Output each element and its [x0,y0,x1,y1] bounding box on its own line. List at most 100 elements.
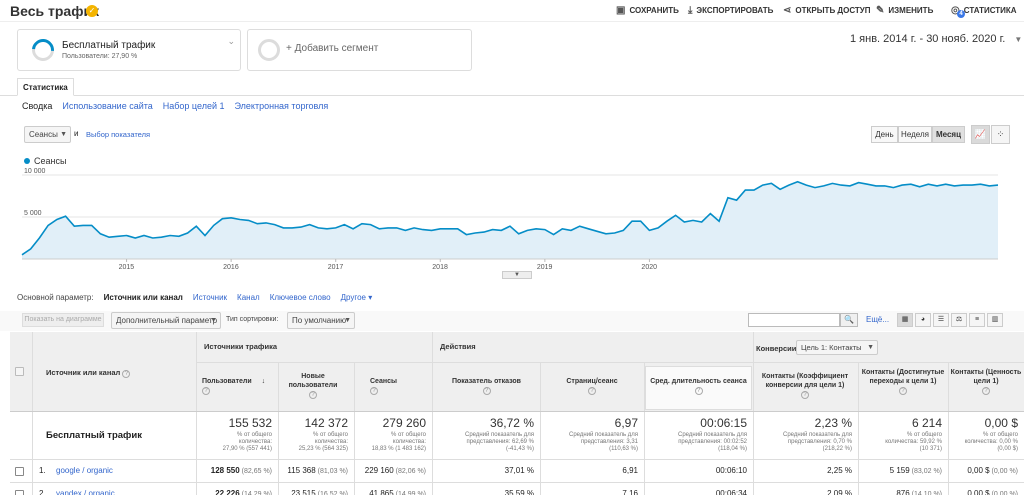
help-icon[interactable]: ? [588,387,596,395]
performance-view-icon[interactable]: ☰ [933,313,949,327]
save-button[interactable]: ▣ СОХРАНИТЬ [616,5,679,16]
insights-button[interactable]: ◎ 4 СТАТИСТИКА [951,5,1017,18]
col-goal-value[interactable]: Контакты (Ценность цели 1)? [950,368,1022,395]
row-cell: 5 159 (83,02 %) [858,466,942,475]
term-cloud-view-icon[interactable]: ≡ [969,313,985,327]
table-search-input[interactable] [748,313,840,327]
chevron-down-icon: ▼ [1014,35,1023,44]
row-source-link[interactable]: google / organic [56,466,113,475]
row-cell: 6,91 [540,466,638,475]
share-button[interactable]: ⋖ ОТКРЫТЬ ДОСТУП [783,5,871,16]
row-cell: 37,01 % [432,466,534,475]
goal-select[interactable]: Цель 1: Контакты ▼ [796,340,878,355]
period-month-button[interactable]: Месяц [932,126,965,143]
row-checkbox[interactable] [15,467,24,476]
export-icon: ⤓ [688,5,693,16]
total-subtext: Средний показатель для [569,432,638,438]
total-subtext: (-41,43 %) [505,446,534,452]
total-subtext: % от общего [237,432,272,438]
analytics-page: Весь трафик ✓ ▣ СОХРАНИТЬ ⤓ ЭКСПОРТИРОВА… [0,0,1024,495]
row-index: 2. [39,489,46,495]
total-subtext: 25,23 % (564 325) [298,446,348,452]
top-toolbar: Весь трафик ✓ ▣ СОХРАНИТЬ ⤓ ЭКСПОРТИРОВА… [0,0,1024,22]
help-icon[interactable]: ? [202,387,210,395]
col-users[interactable]: Пользователи ↓? [202,377,278,395]
col-goal-completions[interactable]: Контакты (Достигнутые переходы к цели 1)… [860,368,946,395]
row-cell-value: 35,59 % [504,489,534,495]
subnav-goal-set[interactable]: Набор целей 1 [163,101,225,111]
col-bounce-rate[interactable]: Показатель отказов? [434,377,539,395]
add-segment-button[interactable]: + Добавить сегмент [247,29,472,71]
row-cell-percent: (82,65 %) [239,468,272,475]
help-icon[interactable]: ? [694,387,703,395]
save-icon: ▣ [616,5,626,16]
help-icon[interactable]: ? [122,370,131,378]
sessions-area [22,181,998,259]
subnav-summary[interactable]: Сводка [22,101,52,111]
col-avg-session-duration[interactable]: Сред. длительность сеанса? [645,366,752,410]
metric-select[interactable]: Сеансы ▼ [24,126,71,143]
export-button[interactable]: ⤓ ЭКСПОРТИРОВАТЬ [688,5,773,16]
row-cell-percent: (14,99 %) [393,491,426,495]
show-on-chart-button[interactable]: Показать на диаграмме [22,313,104,327]
row-source-link[interactable]: yandex / organic [56,489,115,495]
dimension-source-medium[interactable]: Источник или канал [104,293,183,302]
col-sessions[interactable]: Сеансы? [360,377,420,395]
x-tick-label: 2016 [223,264,239,271]
search-icon[interactable]: 🔍 [840,313,858,327]
row-cell: 229 160 (82,06 %) [354,466,426,475]
dim-header[interactable]: Источник или канал ? [46,368,131,378]
tab-statistics[interactable]: Статистика [17,78,74,96]
comparison-view-icon[interactable]: ⚖ [951,313,967,327]
help-icon[interactable]: ? [801,391,809,399]
dimension-other[interactable]: Другое ▾ [341,293,373,302]
row-cell: 23 515 (16,52 %) [278,489,348,495]
help-icon[interactable]: ? [982,387,990,395]
pencil-icon: ✎ [876,5,885,16]
divider [10,459,1024,460]
total-subtext: (118,04 %) [718,446,747,452]
sort-type-select[interactable]: По умолчанию ▼ [287,312,355,329]
help-icon[interactable]: ? [899,387,907,395]
table-view-icon[interactable]: ▦ [897,313,913,327]
date-range-picker[interactable]: 1 янв. 2014 г. - 30 нояб. 2020 г. ▼ [850,33,1022,45]
col-pages-per-session[interactable]: Страниц/сеанс? [542,377,642,395]
subnav-site-usage[interactable]: Использование сайта [62,101,152,111]
motion-chart-icon[interactable]: ⁘ [991,125,1010,144]
period-week-button[interactable]: Неделя [898,126,932,143]
period-day-button[interactable]: День [871,126,898,143]
chevron-down-icon[interactable]: ⌄ [227,36,235,47]
total-value: 142 372 [304,416,348,430]
row-cell: 2,25 % [753,466,852,475]
select-all-checkbox[interactable] [15,367,24,376]
edit-button[interactable]: ✎ ИЗМЕНИТЬ [876,5,933,16]
chart-expander-handle[interactable]: ▼ [502,271,532,279]
segment-name: Бесплатный трафик [62,40,156,51]
subnav-ecommerce[interactable]: Электронная торговля [235,101,329,111]
col-goal-conv-rate[interactable]: Контакты (Коэффициент конверсии для цели… [756,372,854,399]
share-label: ОТКРЫТЬ ДОСТУП [795,6,871,15]
dimension-source[interactable]: Источник [193,293,227,302]
dimension-keyword[interactable]: Ключевое слово [270,293,331,302]
pivot-view-icon[interactable]: ▥ [987,313,1003,327]
col-new-users[interactable]: Новые пользователи? [282,372,344,399]
goal-select-value: Цель 1: Контакты [801,343,862,352]
total-subtext: 18,83 % (1 483 162) [371,446,426,452]
more-link[interactable]: Ещё... [866,315,889,324]
segment-free-traffic[interactable]: Бесплатный трафик Пользователи: 27,90 % … [17,29,241,71]
help-icon[interactable]: ? [370,387,378,395]
insights-badge: 4 [957,10,965,18]
row-cell: 35,59 % [432,489,534,495]
dimension-medium[interactable]: Канал [237,293,260,302]
row-cell: 22 226 (14,29 %) [196,489,272,495]
secondary-dimension-select[interactable]: Дополнительный параметр ▼ [111,312,221,329]
help-icon[interactable]: ? [309,391,317,399]
caret-down-icon: ▼ [867,344,874,351]
row-checkbox[interactable] [15,490,24,495]
row-cell-value: 0,00 $ [967,466,990,475]
help-icon[interactable]: ? [482,387,491,395]
pick-metric-link[interactable]: Выбор показателя [86,130,150,139]
pie-view-icon[interactable]: ◕ [915,313,931,327]
row-cell-value: 128 550 [210,466,240,475]
line-chart-icon[interactable]: 📈 [971,125,990,144]
